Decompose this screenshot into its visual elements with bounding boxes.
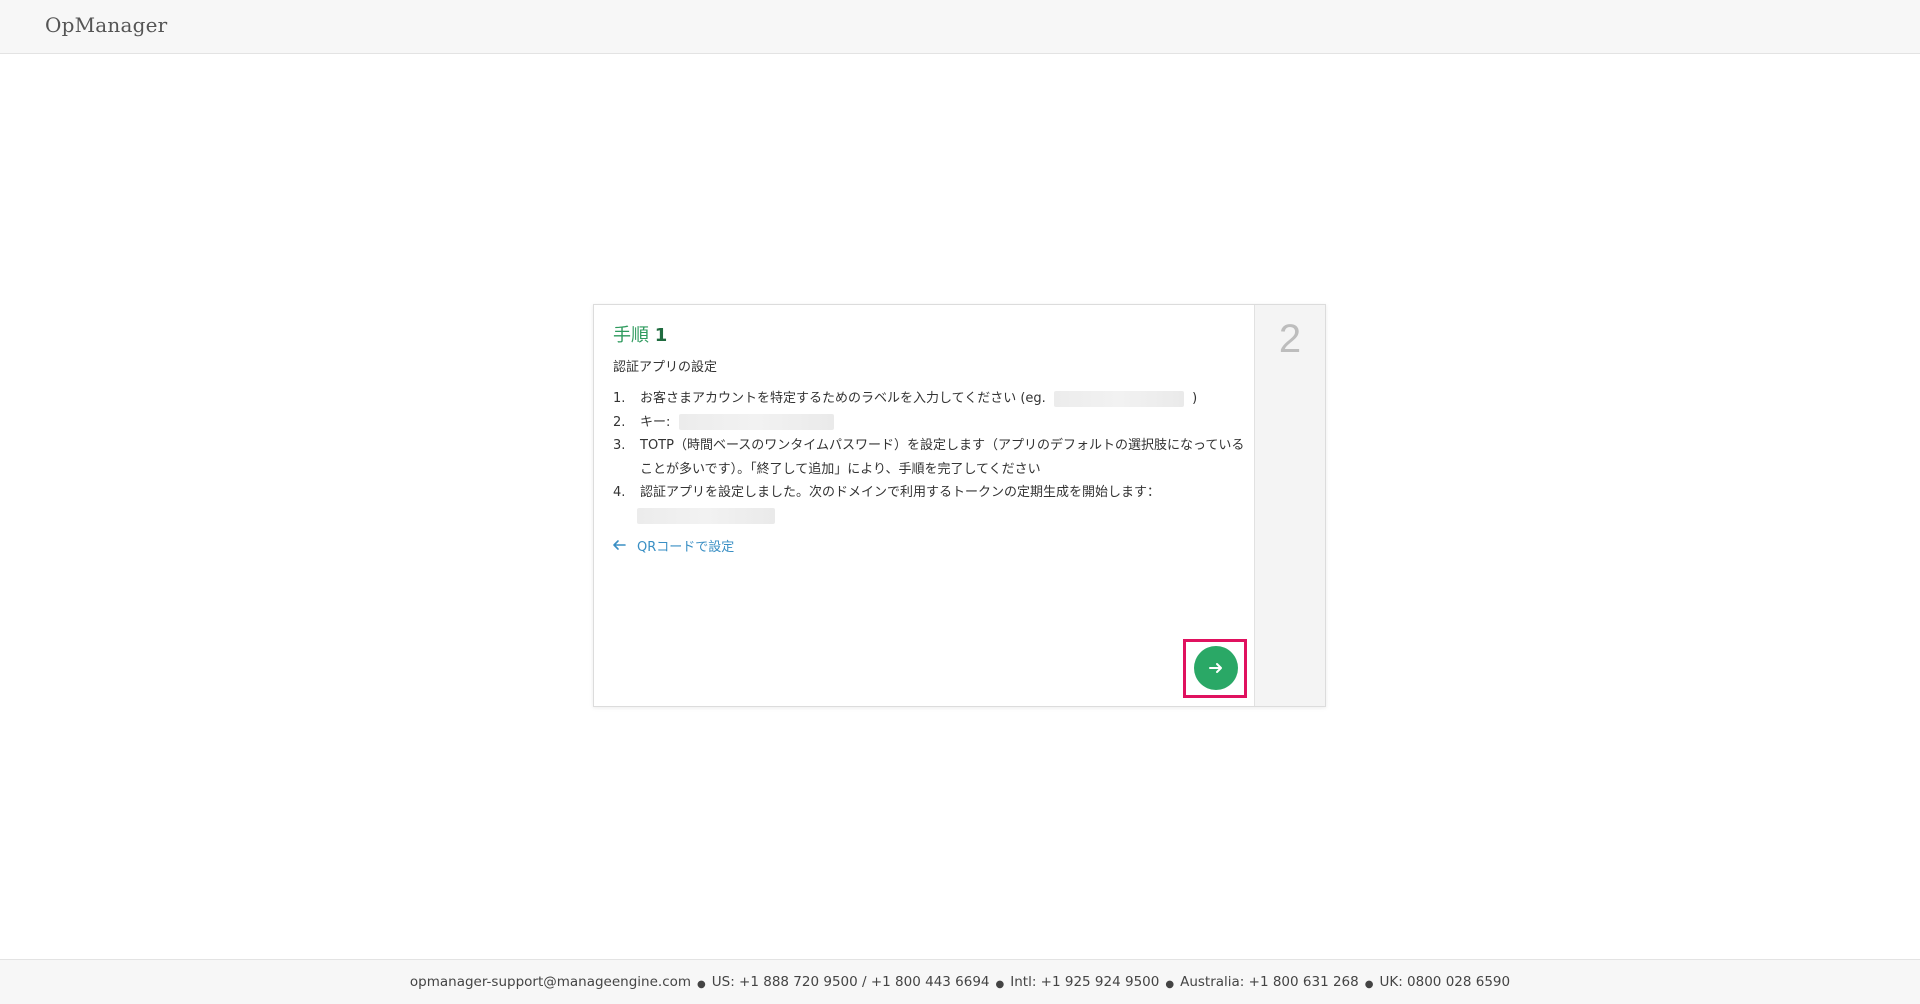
instruction-text: キー: bbox=[640, 414, 671, 430]
next-step-number: 2 bbox=[1278, 317, 1302, 361]
instruction-text: 認証アプリを設定しました。次のドメインで利用するトークンの定期生成を開始します： bbox=[640, 485, 1161, 500]
step-subtitle: 認証アプリの設定 bbox=[613, 360, 718, 375]
instruction-item: 4. 認証アプリを設定しました。次のドメインで利用するトークンの定期生成を開始し… bbox=[613, 481, 1253, 528]
australia-phone: Australia: +1 800 631 268 bbox=[1180, 974, 1359, 990]
step-label: 手順 bbox=[613, 325, 649, 346]
separator-dot: ● bbox=[1364, 978, 1374, 990]
step-title: 手順 1 bbox=[613, 321, 667, 347]
redacted-secret-key bbox=[678, 414, 834, 430]
instruction-index: 2. bbox=[613, 414, 626, 430]
instruction-item: 3. TOTP（時間ベースのワンタイムパスワード）を設定します（アプリのデフォル… bbox=[613, 434, 1253, 481]
setup-with-qr-code-link[interactable]: QRコードで設定 bbox=[611, 535, 734, 555]
separator-dot: ● bbox=[1165, 978, 1175, 990]
app-logo[interactable]: OpManager bbox=[45, 13, 167, 37]
instruction-suffix: ) bbox=[1192, 391, 1198, 406]
next-button[interactable] bbox=[1194, 646, 1238, 690]
separator-dot: ● bbox=[697, 978, 706, 990]
step-number: 1 bbox=[654, 325, 668, 346]
separator-dot: ● bbox=[995, 978, 1005, 990]
redacted-domain bbox=[637, 508, 775, 524]
us-phone: US: +1 888 720 9500 / +1 800 443 6694 bbox=[711, 974, 990, 990]
instruction-text: お客さまアカウントを特定するためのラベルを入力してください (eg. bbox=[640, 391, 1046, 406]
mfa-setup-card: 手順 1 認証アプリの設定 1. お客さまアカウントを特定するためのラベルを入力… bbox=[593, 304, 1326, 707]
redacted-account-label bbox=[1053, 390, 1184, 407]
intl-phone: Intl: +1 925 924 9500 bbox=[1010, 974, 1160, 990]
support-footer: opmanager-support@manageengine.com ● US:… bbox=[0, 959, 1920, 1004]
instruction-list: 1. お客さまアカウントを特定するためのラベルを入力してください (eg. ) … bbox=[613, 387, 1253, 528]
support-email[interactable]: opmanager-support@manageengine.com bbox=[410, 974, 691, 990]
arrow-left-icon bbox=[613, 540, 626, 550]
back-link-label[interactable]: QRコードで設定 bbox=[637, 536, 734, 555]
arrow-right-icon bbox=[1209, 663, 1222, 673]
instruction-index: 1. bbox=[613, 391, 626, 406]
next-step-panel: 2 bbox=[1254, 305, 1325, 706]
uk-phone: UK: 0800 028 6590 bbox=[1379, 974, 1511, 990]
instruction-item: 2. キー: bbox=[613, 411, 1253, 435]
instruction-item: 1. お客さまアカウントを特定するためのラベルを入力してください (eg. ) bbox=[613, 387, 1253, 411]
instruction-text: TOTP（時間ベースのワンタイムパスワード）を設定します（アプリのデフォルトの選… bbox=[640, 438, 1245, 477]
instruction-index: 3. bbox=[613, 438, 626, 453]
top-bar: OpManager bbox=[0, 0, 1920, 54]
instruction-index: 4. bbox=[613, 485, 626, 500]
